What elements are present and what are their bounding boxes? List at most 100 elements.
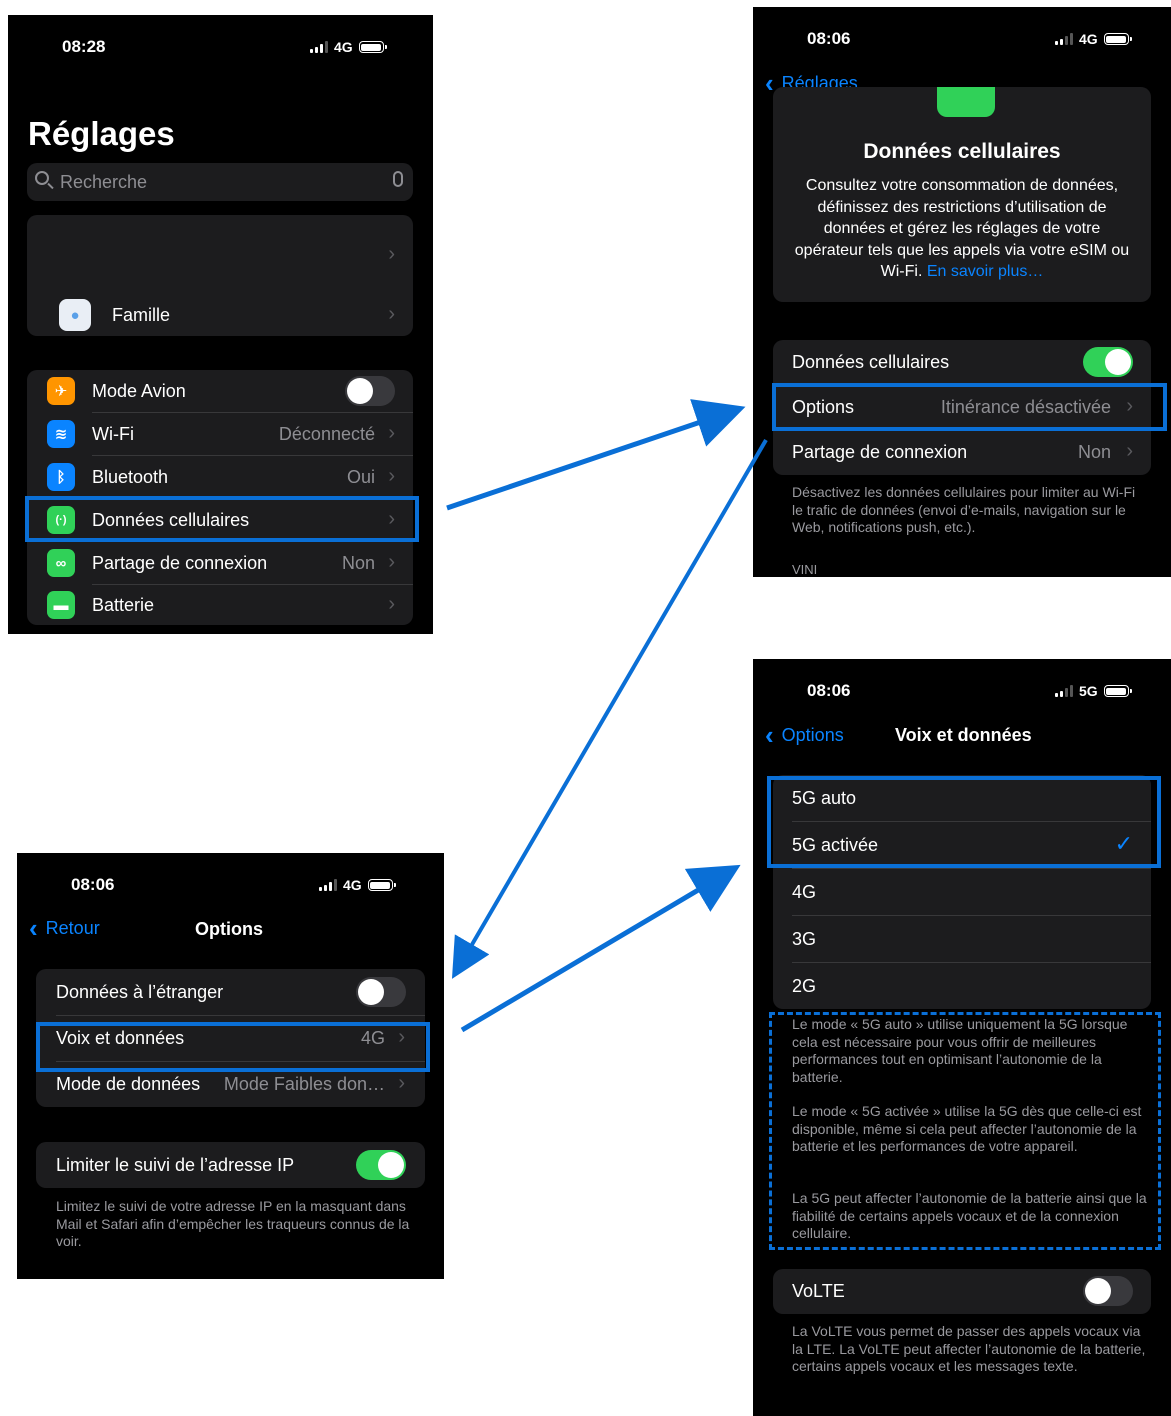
signal-icon (319, 879, 337, 891)
apple-id-row[interactable]: › (27, 215, 413, 293)
network-indicator: 4G (1055, 31, 1132, 47)
screen-donnees-cellulaires: 08:06 4G ‹ Réglages Données cellulaires … (753, 7, 1171, 577)
hotspot-icon: ∞ (47, 549, 75, 577)
option-3g[interactable]: 3G (773, 916, 1151, 962)
nav-title: Voix et données (895, 725, 1032, 745)
row-donnees-cellulaires-toggle[interactable]: Données cellulaires (773, 340, 1151, 385)
row-bluetooth[interactable]: ᛒ Bluetooth Oui › (27, 456, 413, 498)
row-label: Données cellulaires (792, 352, 950, 372)
status-bar: 08:06 5G (753, 659, 1171, 719)
volte-toggle[interactable] (1083, 1276, 1133, 1306)
back-button[interactable]: ‹ Options (765, 722, 844, 748)
ip-footer: Limitez le suivi de votre adresse IP en … (56, 1198, 410, 1249)
airplane-icon: ✈ (47, 377, 75, 405)
airplane-mode-toggle[interactable] (345, 376, 395, 406)
chevron-left-icon: ‹ (765, 68, 774, 98)
row-volte[interactable]: VoLTE (773, 1269, 1151, 1314)
row-partage-connexion[interactable]: Partage de connexion Non › (773, 431, 1151, 475)
row-value: Non (341, 553, 375, 573)
status-bar: 08:28 4G (8, 15, 433, 75)
famille-label: Famille (112, 305, 171, 325)
network-type: 4G (334, 39, 353, 55)
chevron-right-icon: › (388, 303, 395, 325)
option-4g[interactable]: 4G (773, 869, 1151, 915)
network-indicator: 5G (1055, 683, 1132, 699)
arrow-to-options (451, 438, 768, 979)
row-mode-avion[interactable]: ✈ Mode Avion (27, 370, 413, 412)
row-wifi[interactable]: ≋ Wi-Fi Déconnecté › (27, 413, 413, 455)
option-label: 3G (792, 929, 817, 949)
search-icon-handle (47, 182, 54, 190)
network-type: 4G (1079, 31, 1098, 47)
account-group: › ● Famille › (27, 215, 413, 336)
chevron-right-icon: › (388, 551, 395, 573)
row-value: Déconnecté (278, 424, 375, 444)
chevron-right-icon: › (388, 465, 395, 487)
arrow-to-voix-donnees (460, 864, 741, 1033)
status-time: 08:06 (807, 29, 851, 48)
screen-reglages: 08:28 4G Réglages Recherche › ● Famille … (8, 15, 433, 634)
family-icon: ● (59, 299, 91, 331)
row-value: Oui (346, 467, 375, 487)
row-value: Mode Faibles don… (223, 1074, 385, 1094)
row-partage-connexion[interactable]: ∞ Partage de connexion Non › (27, 542, 413, 584)
chevron-right-icon: › (398, 1072, 405, 1094)
row-batterie[interactable]: ▬ Batterie › (27, 585, 413, 625)
cellular-app-icon (937, 87, 995, 117)
row-label: Données à l’étranger (56, 982, 224, 1002)
status-time: 08:06 (71, 875, 115, 894)
row-donnees-etranger[interactable]: Données à l’étranger (36, 969, 425, 1015)
highlight-box-5g-info (769, 1012, 1161, 1250)
network-type: 4G (343, 877, 362, 893)
status-time: 08:06 (807, 681, 851, 700)
row-label: Wi-Fi (92, 424, 134, 444)
learn-more-link[interactable]: En savoir plus… (927, 263, 1044, 280)
row-value: Non (1077, 442, 1111, 462)
battery-icon (358, 41, 387, 53)
row-label: Mode de données (56, 1074, 201, 1094)
famille-row[interactable]: ● Famille › (27, 293, 413, 336)
chevron-right-icon: › (388, 593, 395, 615)
row-label: Partage de connexion (792, 442, 968, 462)
screen-voix-donnees: 08:06 5G ‹ Options Voix et données 5G au… (753, 659, 1171, 1416)
highlight-box-voix-donnees (36, 1022, 430, 1072)
carrier-header: VINI (792, 562, 818, 577)
highlight-box-options (772, 383, 1167, 431)
row-label: Batterie (92, 595, 155, 615)
volte-footer: La VoLTE vous permet de passer des appel… (792, 1323, 1146, 1374)
microphone-icon[interactable] (393, 171, 403, 187)
back-label: Retour (45, 917, 100, 938)
volte-group: VoLTE (773, 1269, 1151, 1314)
roaming-toggle[interactable] (356, 977, 406, 1007)
cellular-footer: Désactivez les données cellulaires pour … (792, 484, 1136, 535)
limit-ip-toggle[interactable] (356, 1150, 406, 1180)
signal-icon (1055, 33, 1073, 45)
signal-icon (310, 41, 328, 53)
chevron-right-icon: › (388, 243, 395, 265)
ip-group: Limiter le suivi de l’adresse IP (36, 1142, 425, 1188)
nav-title: Options (195, 919, 263, 939)
info-description: Consultez votre consommation de données,… (789, 175, 1135, 283)
highlight-box-donnees-cellulaires (25, 496, 419, 542)
row-label: Mode Avion (92, 381, 186, 401)
battery-icon (1103, 33, 1132, 45)
back-label: Options (781, 724, 844, 745)
network-indicator: 4G (319, 877, 396, 893)
signal-icon (1055, 685, 1073, 697)
status-bar: 08:06 4G (17, 853, 444, 913)
row-label: Bluetooth (92, 467, 169, 487)
cellular-data-toggle[interactable] (1083, 347, 1133, 377)
row-label: Partage de connexion (92, 553, 268, 573)
option-2g[interactable]: 2G (773, 963, 1151, 1009)
network-indicator: 4G (310, 39, 387, 55)
network-type: 5G (1079, 683, 1098, 699)
status-bar: 08:06 4G (753, 7, 1171, 67)
chevron-left-icon: ‹ (765, 720, 774, 750)
battery-icon (367, 879, 396, 891)
back-button[interactable]: ‹ Retour (29, 915, 100, 941)
search-field[interactable]: Recherche (27, 163, 413, 201)
page-title: Réglages (28, 115, 175, 152)
row-limiter-ip[interactable]: Limiter le suivi de l’adresse IP (36, 1142, 425, 1188)
row-label: VoLTE (792, 1281, 845, 1301)
search-placeholder: Recherche (60, 172, 148, 192)
